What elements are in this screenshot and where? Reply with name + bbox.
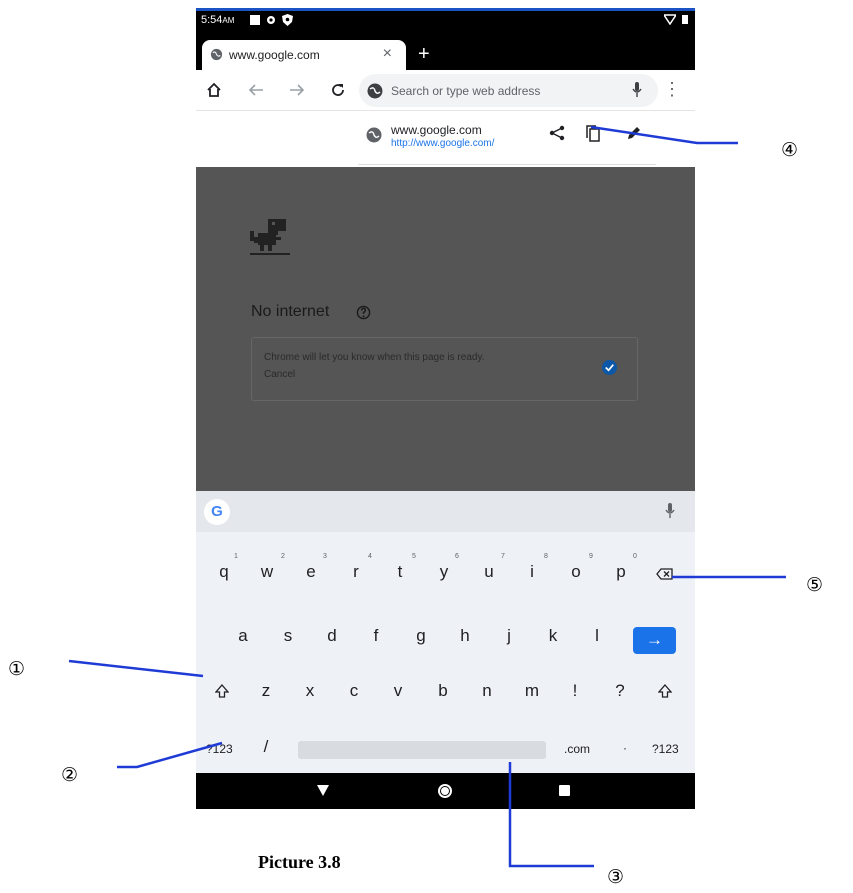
- callout-5: ⑤: [806, 574, 824, 596]
- figure-caption: Picture 3.8: [258, 852, 341, 872]
- annotation-lines: [68, 125, 786, 868]
- callout-1: ①: [8, 658, 26, 680]
- callout-4: ④: [781, 139, 799, 161]
- callout-line-4: [590, 125, 738, 145]
- callout-line-1: [68, 659, 204, 678]
- callout-3: ③: [607, 866, 625, 888]
- callout-line-3: [508, 762, 594, 868]
- callout-line-2: [117, 741, 223, 769]
- callout-2: ②: [61, 764, 79, 786]
